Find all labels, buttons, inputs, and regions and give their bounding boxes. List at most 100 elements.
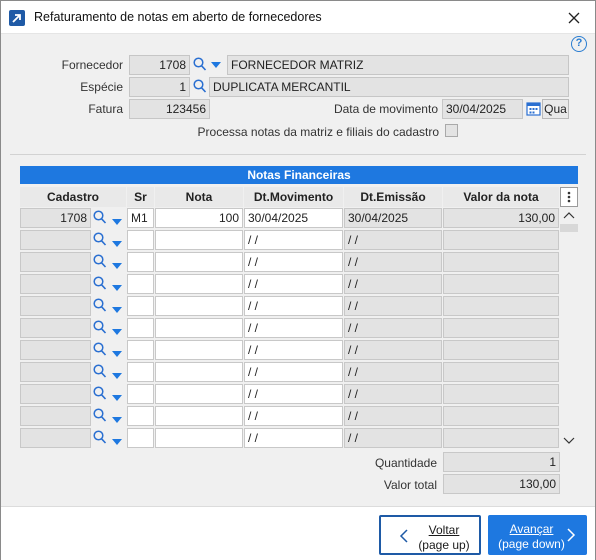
cell-sr[interactable]	[127, 318, 154, 338]
cell-dt-movimento[interactable]: / /	[244, 428, 343, 448]
back-button[interactable]: Voltar (page up)	[379, 515, 481, 555]
cell-cadastro[interactable]: 1708	[20, 208, 91, 228]
search-icon[interactable]	[93, 210, 107, 228]
grid-title: Notas Financeiras	[20, 166, 578, 184]
cell-nota[interactable]	[155, 252, 243, 272]
cell-sr[interactable]: M1	[127, 208, 154, 228]
dropdown-arrow-icon[interactable]	[112, 368, 122, 382]
search-icon[interactable]	[93, 298, 107, 316]
dropdown-arrow-icon[interactable]	[112, 280, 122, 294]
cell-cadastro[interactable]	[20, 318, 91, 338]
search-icon[interactable]	[93, 254, 107, 272]
scrollbar-thumb[interactable]	[560, 224, 578, 232]
valor-total-label: Valor total	[383, 478, 437, 492]
cell-nota[interactable]	[155, 384, 243, 404]
cell-cadastro[interactable]	[20, 362, 91, 382]
valor-total-field: 130,00	[443, 474, 560, 494]
kebab-menu-icon[interactable]	[560, 187, 578, 207]
cell-cadastro[interactable]	[20, 340, 91, 360]
cell-sr[interactable]	[127, 362, 154, 382]
next-button[interactable]: Avançar (page down)	[488, 515, 587, 555]
cell-cadastro[interactable]	[20, 296, 91, 316]
cell-nota[interactable]	[155, 296, 243, 316]
cell-dt-movimento[interactable]: / /	[244, 362, 343, 382]
cell-sr[interactable]	[127, 340, 154, 360]
cell-valor	[443, 296, 559, 316]
cell-sr[interactable]	[127, 384, 154, 404]
cell-dt-emissao: / /	[344, 318, 442, 338]
dropdown-arrow-icon[interactable]	[112, 324, 122, 338]
cell-dt-movimento[interactable]: / /	[244, 318, 343, 338]
search-icon[interactable]	[193, 57, 207, 72]
cell-dt-movimento[interactable]: / /	[244, 230, 343, 250]
cell-dt-movimento[interactable]: / /	[244, 406, 343, 426]
search-icon[interactable]	[93, 364, 107, 382]
search-icon[interactable]	[93, 320, 107, 338]
dropdown-arrow-icon[interactable]	[112, 214, 122, 228]
column-header-cadastro: Cadastro	[20, 187, 126, 207]
processa-checkbox[interactable]	[445, 124, 458, 137]
dropdown-arrow-icon[interactable]	[112, 434, 122, 448]
dropdown-arrow-icon[interactable]	[112, 346, 122, 360]
especie-code-field[interactable]: 1	[129, 77, 190, 97]
cell-cadastro[interactable]	[20, 230, 91, 250]
search-icon[interactable]	[93, 408, 107, 426]
close-button[interactable]	[557, 5, 591, 31]
weekday-button[interactable]: Qua	[542, 99, 569, 119]
cell-nota[interactable]	[155, 406, 243, 426]
scroll-up-icon[interactable]	[563, 211, 575, 219]
cell-sr[interactable]	[127, 230, 154, 250]
dialog-window: Refaturamento de notas em aberto de forn…	[0, 0, 596, 560]
help-icon[interactable]: ?	[571, 36, 587, 52]
search-icon[interactable]	[93, 342, 107, 360]
cell-cadastro[interactable]	[20, 252, 91, 272]
column-header-nota: Nota	[155, 187, 243, 207]
cell-sr[interactable]	[127, 296, 154, 316]
search-icon[interactable]	[93, 430, 107, 448]
dropdown-arrow-icon[interactable]	[112, 258, 122, 272]
cell-dt-movimento[interactable]: / /	[244, 252, 343, 272]
cell-nota[interactable]	[155, 428, 243, 448]
search-icon[interactable]	[93, 276, 107, 294]
dropdown-arrow-icon[interactable]	[112, 236, 122, 250]
dropdown-arrow-icon[interactable]	[112, 412, 122, 426]
data-movimento-field[interactable]: 30/04/2025	[442, 99, 523, 119]
cell-dt-emissao: / /	[344, 384, 442, 404]
fornecedor-code-field[interactable]: 1708	[129, 55, 190, 75]
search-icon[interactable]	[93, 232, 107, 250]
divider	[10, 154, 586, 155]
cell-cadastro[interactable]	[20, 428, 91, 448]
cell-cadastro[interactable]	[20, 406, 91, 426]
cell-nota[interactable]: 100	[155, 208, 243, 228]
dropdown-arrow-icon[interactable]	[211, 62, 221, 68]
especie-name-field: DUPLICATA MERCANTIL	[209, 77, 569, 97]
dropdown-arrow-icon[interactable]	[112, 390, 122, 404]
cell-dt-movimento[interactable]: / /	[244, 274, 343, 294]
cell-valor	[443, 252, 559, 272]
search-icon[interactable]	[193, 79, 207, 94]
cell-dt-emissao: / /	[344, 252, 442, 272]
fatura-field[interactable]: 123456	[129, 99, 210, 119]
cell-dt-movimento[interactable]: 30/04/2025	[244, 208, 343, 228]
cell-dt-movimento[interactable]: / /	[244, 296, 343, 316]
cell-nota[interactable]	[155, 340, 243, 360]
cell-cadastro[interactable]	[20, 274, 91, 294]
cell-nota[interactable]	[155, 318, 243, 338]
cell-dt-movimento[interactable]: / /	[244, 384, 343, 404]
window-title: Refaturamento de notas em aberto de forn…	[34, 10, 322, 24]
cell-nota[interactable]	[155, 274, 243, 294]
cell-sr[interactable]	[127, 406, 154, 426]
cell-sr[interactable]	[127, 274, 154, 294]
search-icon[interactable]	[93, 386, 107, 404]
cell-dt-emissao: 30/04/2025	[344, 208, 442, 228]
cell-valor	[443, 384, 559, 404]
scroll-down-icon[interactable]	[563, 437, 575, 445]
cell-nota[interactable]	[155, 362, 243, 382]
dropdown-arrow-icon[interactable]	[112, 302, 122, 316]
calendar-icon[interactable]	[526, 101, 541, 116]
cell-cadastro[interactable]	[20, 384, 91, 404]
cell-dt-movimento[interactable]: / /	[244, 340, 343, 360]
cell-nota[interactable]	[155, 230, 243, 250]
cell-sr[interactable]	[127, 252, 154, 272]
cell-sr[interactable]	[127, 428, 154, 448]
